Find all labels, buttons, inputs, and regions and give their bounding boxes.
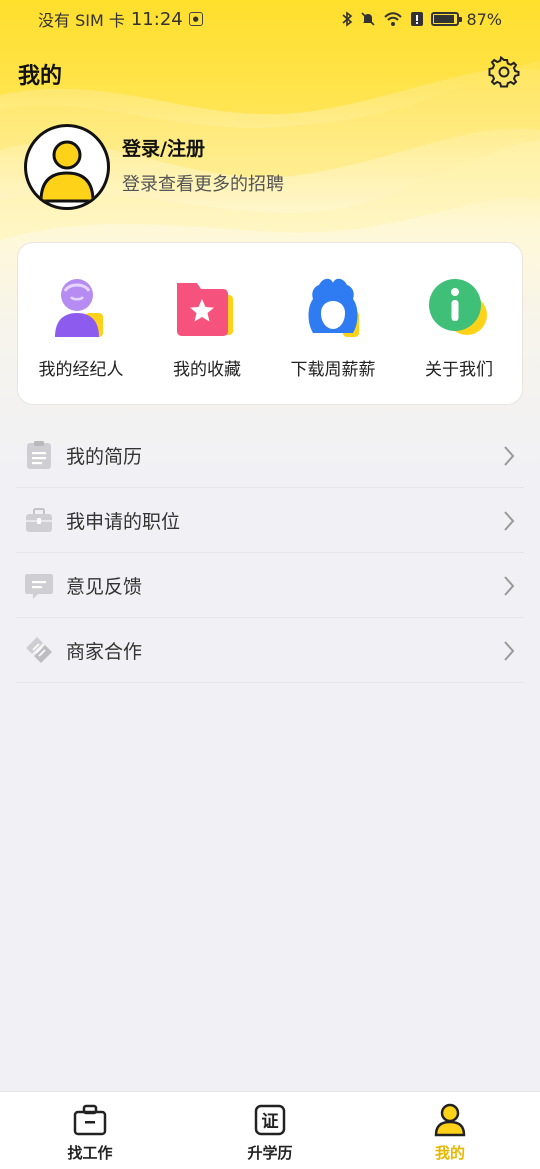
- menu-item-label: 商家合作: [66, 640, 143, 663]
- quick-action-about[interactable]: 关于我们: [399, 273, 519, 404]
- app-notification-icon: ●: [188, 12, 203, 26]
- chevron-right-icon: [504, 446, 515, 466]
- quick-action-label: 我的经纪人: [38, 360, 124, 380]
- certificate-glyph: 证: [262, 1112, 279, 1132]
- mute-bell-icon: [361, 12, 376, 26]
- briefcase-icon: [26, 508, 52, 532]
- tab-find-job[interactable]: 找工作: [0, 1092, 180, 1169]
- bluetooth-icon: [342, 11, 353, 27]
- quick-actions-card: 我的经纪人 我的收藏 下载周薪薪 关于我们: [17, 242, 523, 405]
- quick-action-favorites[interactable]: 我的收藏: [147, 273, 267, 404]
- app-download-icon: [308, 278, 359, 337]
- login-register-link[interactable]: 登录/注册: [122, 134, 205, 161]
- status-bar: 没有 SIM 卡 11:24 ● 87%: [0, 0, 540, 38]
- menu-item-label: 我申请的职位: [66, 510, 181, 533]
- quick-action-download[interactable]: 下载周薪薪: [273, 273, 393, 404]
- tab-label: 找工作: [67, 1144, 113, 1162]
- certificate-icon: 证: [254, 1104, 286, 1136]
- bottom-tab-bar: 找工作 证 升学历 我的: [0, 1091, 540, 1169]
- menu-item-applied-jobs[interactable]: 我申请的职位: [16, 488, 524, 553]
- tab-education[interactable]: 证 升学历: [180, 1092, 360, 1169]
- tab-label: 升学历: [247, 1144, 293, 1162]
- battery-level: [434, 15, 454, 23]
- avatar[interactable]: [24, 124, 110, 210]
- info-icon: [429, 279, 487, 335]
- user-icon: [39, 140, 95, 203]
- chevron-right-icon: [504, 576, 515, 596]
- menu-item-business-cooperation[interactable]: 商家合作: [16, 618, 524, 683]
- tab-mine[interactable]: 我的: [360, 1092, 540, 1169]
- quick-action-label: 关于我们: [425, 360, 493, 380]
- gear-icon[interactable]: [488, 56, 520, 88]
- handshake-icon: [26, 637, 52, 663]
- feedback-icon: [25, 574, 53, 599]
- menu-item-feedback[interactable]: 意见反馈: [16, 553, 524, 618]
- menu-item-label: 意见反馈: [66, 575, 143, 598]
- clipboard-icon: [27, 441, 51, 469]
- chevron-right-icon: [504, 511, 515, 531]
- status-time: 11:24: [130, 8, 183, 30]
- battery-percent: 87%: [466, 9, 502, 29]
- tab-label: 我的: [434, 1144, 465, 1162]
- carrier-text: 没有 SIM 卡: [38, 11, 125, 30]
- chevron-right-icon: [504, 641, 515, 661]
- page-title: 我的: [18, 64, 63, 89]
- battery-icon: [431, 12, 463, 26]
- menu-item-label: 我的简历: [66, 445, 143, 468]
- agent-icon: [55, 279, 103, 337]
- wifi-icon: [384, 12, 403, 26]
- menu-list: 我的简历 我申请的职位 意见反馈 商家合作: [16, 423, 524, 683]
- favorites-folder-icon: [177, 283, 233, 336]
- user-icon: [434, 1103, 466, 1137]
- quick-action-label: 下载周薪薪: [290, 360, 376, 380]
- quick-action-label: 我的收藏: [173, 360, 241, 380]
- quick-action-agent[interactable]: 我的经纪人: [21, 273, 141, 404]
- login-subtitle: 登录查看更多的招聘: [122, 174, 284, 195]
- alert-icon: [411, 12, 424, 26]
- briefcase-icon: [73, 1104, 107, 1136]
- menu-item-resume[interactable]: 我的简历: [16, 423, 524, 488]
